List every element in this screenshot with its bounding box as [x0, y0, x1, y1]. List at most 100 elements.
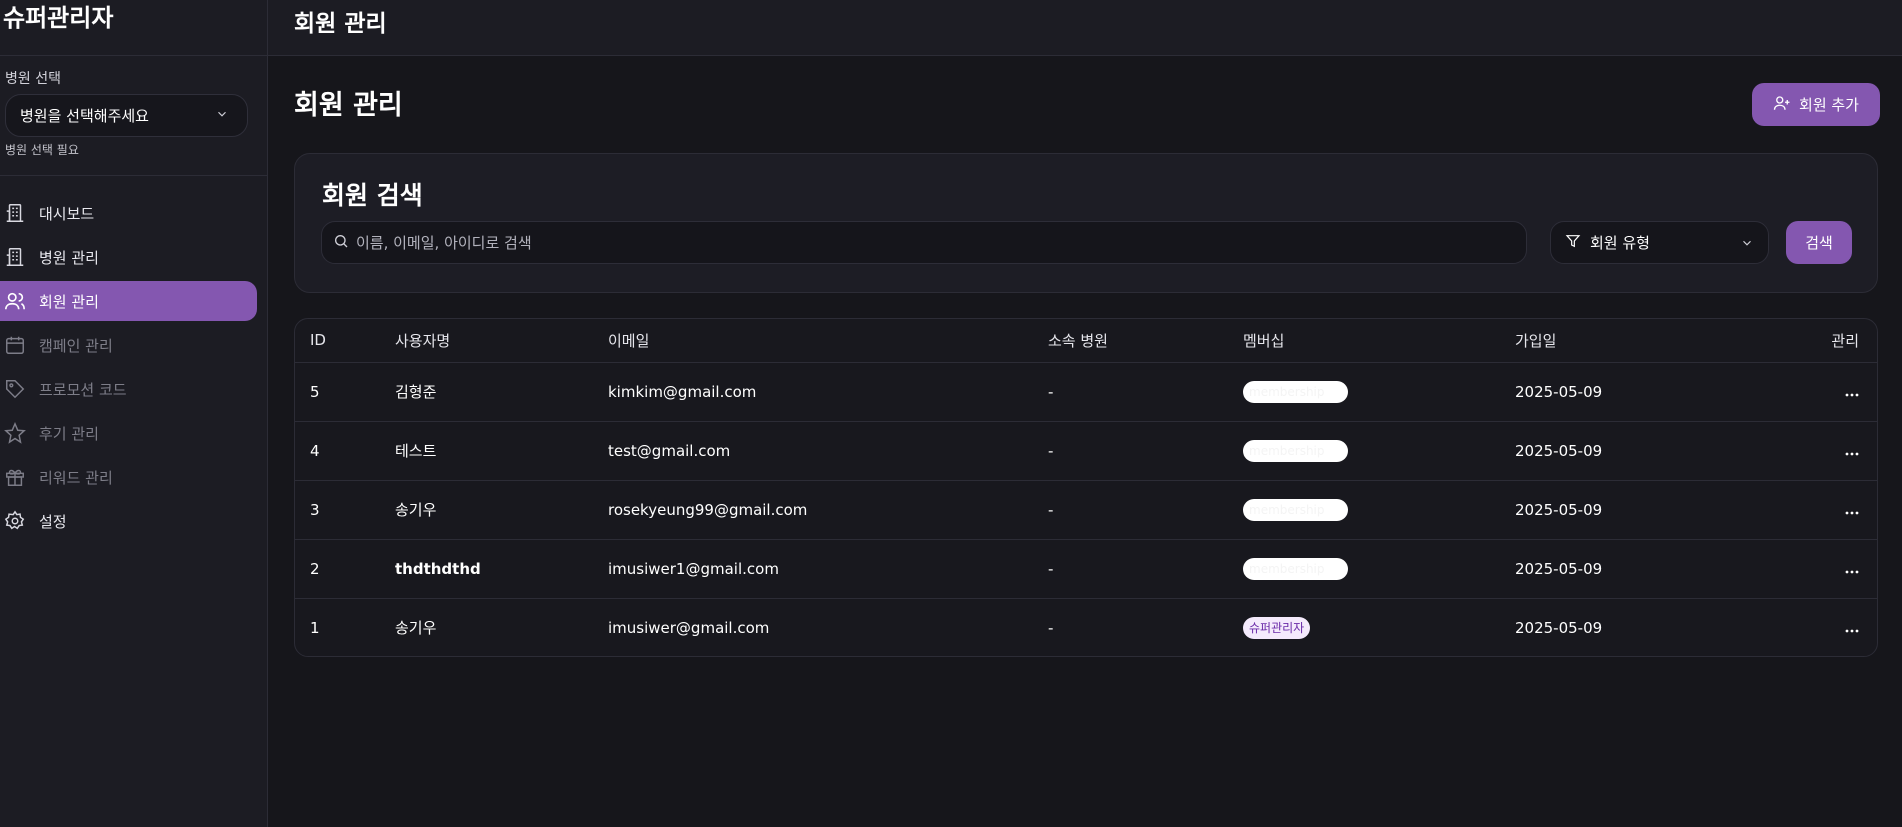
sidebar-item-members[interactable]: 회원 관리 — [0, 281, 257, 321]
sidebar-item-reviews[interactable]: 후기 관리 — [0, 413, 257, 453]
sidebar-item-hospital[interactable]: 병원 관리 — [0, 237, 257, 277]
cell-hospital: - — [1048, 559, 1054, 578]
search-button[interactable]: 검색 — [1786, 221, 1852, 264]
more-actions-icon[interactable] — [1845, 393, 1859, 397]
search-field — [321, 221, 1527, 264]
membership-badge: membership — [1243, 380, 1348, 403]
more-actions-icon[interactable] — [1845, 511, 1859, 515]
sidebar-nav: 대시보드 병원 관리 회원 관리 캠페인 관리 프로모션 코드 후기 관리 리워… — [0, 176, 267, 541]
cell-actions — [1735, 598, 1877, 656]
cell-membership: membership — [1243, 539, 1515, 598]
more-actions-icon[interactable] — [1845, 570, 1859, 574]
cell-username: 송기우 — [395, 501, 437, 519]
sidebar-item-label: 설정 — [39, 512, 67, 531]
sidebar-item-label: 회원 관리 — [39, 292, 99, 311]
topbar: 회원 관리 — [268, 0, 1902, 56]
header-actions: 관리 — [1831, 331, 1859, 350]
cell-joined: 2025-05-09 — [1515, 618, 1603, 637]
membership-badge: membership — [1243, 439, 1348, 462]
cell-membership: 슈퍼관리자 — [1243, 598, 1515, 656]
cell-actions — [1735, 480, 1877, 539]
users-icon — [4, 290, 26, 312]
sidebar-item-label: 프로모션 코드 — [39, 380, 127, 399]
main-content: 회원 관리 회원 추가 회원 검색 회원 유형 — [268, 56, 1902, 827]
filter-icon — [1565, 233, 1581, 253]
hospital-select[interactable]: 병원을 선택해주세요 — [5, 94, 248, 137]
table-row: 3 송기우 rosekyeung99@gmail.com - membershi… — [295, 480, 1877, 539]
building-icon — [4, 202, 26, 224]
member-type-select[interactable]: 회원 유형 — [1550, 221, 1769, 264]
sidebar-item-settings[interactable]: 설정 — [0, 501, 257, 541]
sidebar-item-promotion[interactable]: 프로모션 코드 — [0, 369, 257, 409]
cell-hospital: - — [1048, 441, 1054, 460]
cell-joined: 2025-05-09 — [1515, 382, 1603, 401]
cell-joined: 2025-05-09 — [1515, 559, 1603, 578]
cell-id: 3 — [310, 500, 320, 519]
search-icon — [333, 233, 349, 253]
sidebar-item-label: 대시보드 — [39, 204, 95, 223]
brand-title: 슈퍼관리자 — [0, 0, 267, 56]
sidebar-item-dashboard[interactable]: 대시보드 — [0, 193, 257, 233]
cell-id: 5 — [310, 382, 320, 401]
hospital-section: 병원 선택 병원을 선택해주세요 병원 선택 필요 — [0, 56, 267, 176]
cell-email: imusiwer@gmail.com — [608, 618, 770, 637]
membership-badge: membership — [1243, 498, 1348, 521]
add-member-label: 회원 추가 — [1799, 96, 1859, 114]
more-actions-icon[interactable] — [1845, 452, 1859, 456]
hospital-select-value: 병원을 선택해주세요 — [20, 107, 149, 125]
cell-username: 김형준 — [395, 383, 437, 401]
header-membership: 멤버십 — [1243, 331, 1285, 350]
star-icon — [4, 422, 26, 444]
table-row: 1 송기우 imusiwer@gmail.com - 슈퍼관리자 2025-05… — [295, 598, 1877, 656]
table-row: 5 김형준 kimkim@gmail.com - membership 2025… — [295, 362, 1877, 421]
sidebar-item-label: 병원 관리 — [39, 248, 99, 267]
more-actions-icon[interactable] — [1845, 629, 1859, 633]
cell-hospital: - — [1048, 500, 1054, 519]
chevron-down-icon — [1740, 236, 1754, 250]
hospital-hint: 병원 선택 필요 — [5, 143, 79, 157]
sidebar-item-label: 캠페인 관리 — [39, 336, 113, 355]
search-input[interactable] — [356, 233, 1516, 252]
cell-membership: membership — [1243, 362, 1515, 421]
cell-id: 2 — [310, 559, 320, 578]
gear-icon — [4, 510, 26, 532]
cell-username: 송기우 — [395, 619, 437, 638]
header-hospital: 소속 병원 — [1048, 331, 1108, 350]
cell-hospital: - — [1048, 382, 1054, 401]
cell-email: imusiwer1@gmail.com — [608, 559, 779, 578]
cell-id: 1 — [310, 618, 320, 637]
cell-username: thdthdthd — [395, 559, 481, 578]
app-root: 슈퍼관리자 병원 선택 병원을 선택해주세요 병원 선택 필요 대시보드 병원 … — [0, 0, 1902, 827]
search-card: 회원 검색 회원 유형 검색 — [294, 153, 1878, 293]
gift-icon — [4, 466, 26, 488]
cell-actions — [1735, 421, 1877, 480]
member-type-value: 회원 유형 — [1590, 234, 1650, 252]
cell-membership: membership — [1243, 480, 1515, 539]
cell-id: 4 — [310, 441, 320, 460]
sidebar-item-campaign[interactable]: 캠페인 관리 — [0, 325, 257, 365]
search-title: 회원 검색 — [322, 181, 423, 210]
topbar-title: 회원 관리 — [294, 11, 387, 37]
cell-actions — [1735, 362, 1877, 421]
cell-email: test@gmail.com — [608, 441, 731, 460]
cell-username: 테스트 — [395, 442, 437, 460]
cell-joined: 2025-05-09 — [1515, 500, 1603, 519]
header-id: ID — [310, 331, 326, 350]
cell-membership: membership — [1243, 421, 1515, 480]
header-username: 사용자명 — [395, 331, 451, 350]
sidebar-item-rewards[interactable]: 리워드 관리 — [0, 457, 257, 497]
cell-email: kimkim@gmail.com — [608, 382, 757, 401]
table-header: ID 사용자명 이메일 소속 병원 멤버십 가입일 관리 — [295, 319, 1877, 362]
members-table: ID 사용자명 이메일 소속 병원 멤버십 가입일 관리 5 김형준 kimki… — [295, 319, 1877, 656]
calendar-icon — [4, 334, 26, 356]
chevron-down-icon — [215, 107, 229, 125]
cell-email: rosekyeung99@gmail.com — [608, 500, 808, 519]
table-row: 2 thdthdthd imusiwer1@gmail.com - member… — [295, 539, 1877, 598]
add-member-button[interactable]: 회원 추가 — [1752, 83, 1880, 126]
cell-actions — [1735, 539, 1877, 598]
building-icon — [4, 246, 26, 268]
cell-joined: 2025-05-09 — [1515, 441, 1603, 460]
page-title: 회원 관리 — [294, 90, 403, 121]
membership-badge: membership — [1243, 557, 1348, 580]
user-plus-icon — [1773, 94, 1791, 116]
